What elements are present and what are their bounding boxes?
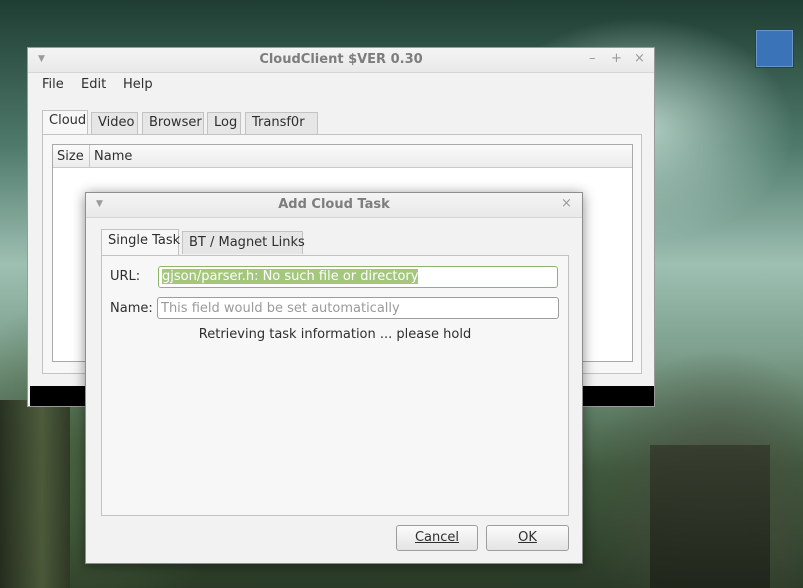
column-name[interactable]: Name: [94, 149, 132, 164]
close-icon[interactable]: ×: [561, 196, 572, 211]
column-size[interactable]: Size: [57, 149, 84, 164]
dialog-titlebar[interactable]: ▼ Add Cloud Task ×: [86, 193, 582, 218]
column-separator: [89, 145, 90, 167]
url-label: URL:: [110, 269, 141, 284]
status-message: Retrieving task information ... please h…: [198, 327, 472, 342]
window-title: CloudClient $VER 0.30: [259, 52, 423, 67]
minimize-icon[interactable]: –: [589, 51, 596, 66]
tab-log[interactable]: Log: [207, 112, 241, 134]
menubar: File Edit Help: [28, 73, 654, 97]
main-titlebar[interactable]: ▼ CloudClient $VER 0.30 – + ×: [28, 48, 654, 73]
menu-edit[interactable]: Edit: [81, 77, 106, 92]
wallpaper-rock: [0, 400, 70, 588]
maximize-icon[interactable]: +: [611, 51, 622, 66]
tab-browser[interactable]: Browser: [142, 112, 204, 134]
wallpaper-rock: [650, 445, 770, 588]
url-input-value: gjson/parser.h: No such file or director…: [162, 269, 419, 284]
tab-transf0r[interactable]: Transf0r: [245, 112, 318, 134]
name-label: Name:: [110, 301, 153, 316]
cancel-button[interactable]: Cancel: [396, 525, 478, 551]
tab-single-task[interactable]: Single Task: [101, 229, 180, 255]
ok-button[interactable]: OK: [486, 525, 569, 551]
single-task-pane: URL: gjson/parser.h: No such file or dir…: [101, 255, 569, 516]
close-icon[interactable]: ×: [634, 51, 645, 66]
tab-cloud[interactable]: Cloud: [42, 110, 88, 135]
add-cloud-task-dialog: ▼ Add Cloud Task × Single Task BT / Magn…: [85, 192, 583, 564]
ok-button-label: OK: [518, 530, 537, 545]
dialog-title: Add Cloud Task: [278, 197, 390, 212]
name-input[interactable]: [157, 297, 559, 319]
list-header: Size Name: [53, 145, 632, 168]
cancel-button-label: Cancel: [414, 530, 460, 545]
desktop-icon[interactable]: [755, 29, 794, 68]
tab-video[interactable]: Video: [91, 112, 138, 134]
menu-file[interactable]: File: [42, 77, 64, 92]
tab-bt-magnet-links[interactable]: BT / Magnet Links: [182, 231, 305, 254]
menu-help[interactable]: Help: [123, 77, 153, 92]
url-input[interactable]: gjson/parser.h: No such file or director…: [158, 266, 558, 288]
